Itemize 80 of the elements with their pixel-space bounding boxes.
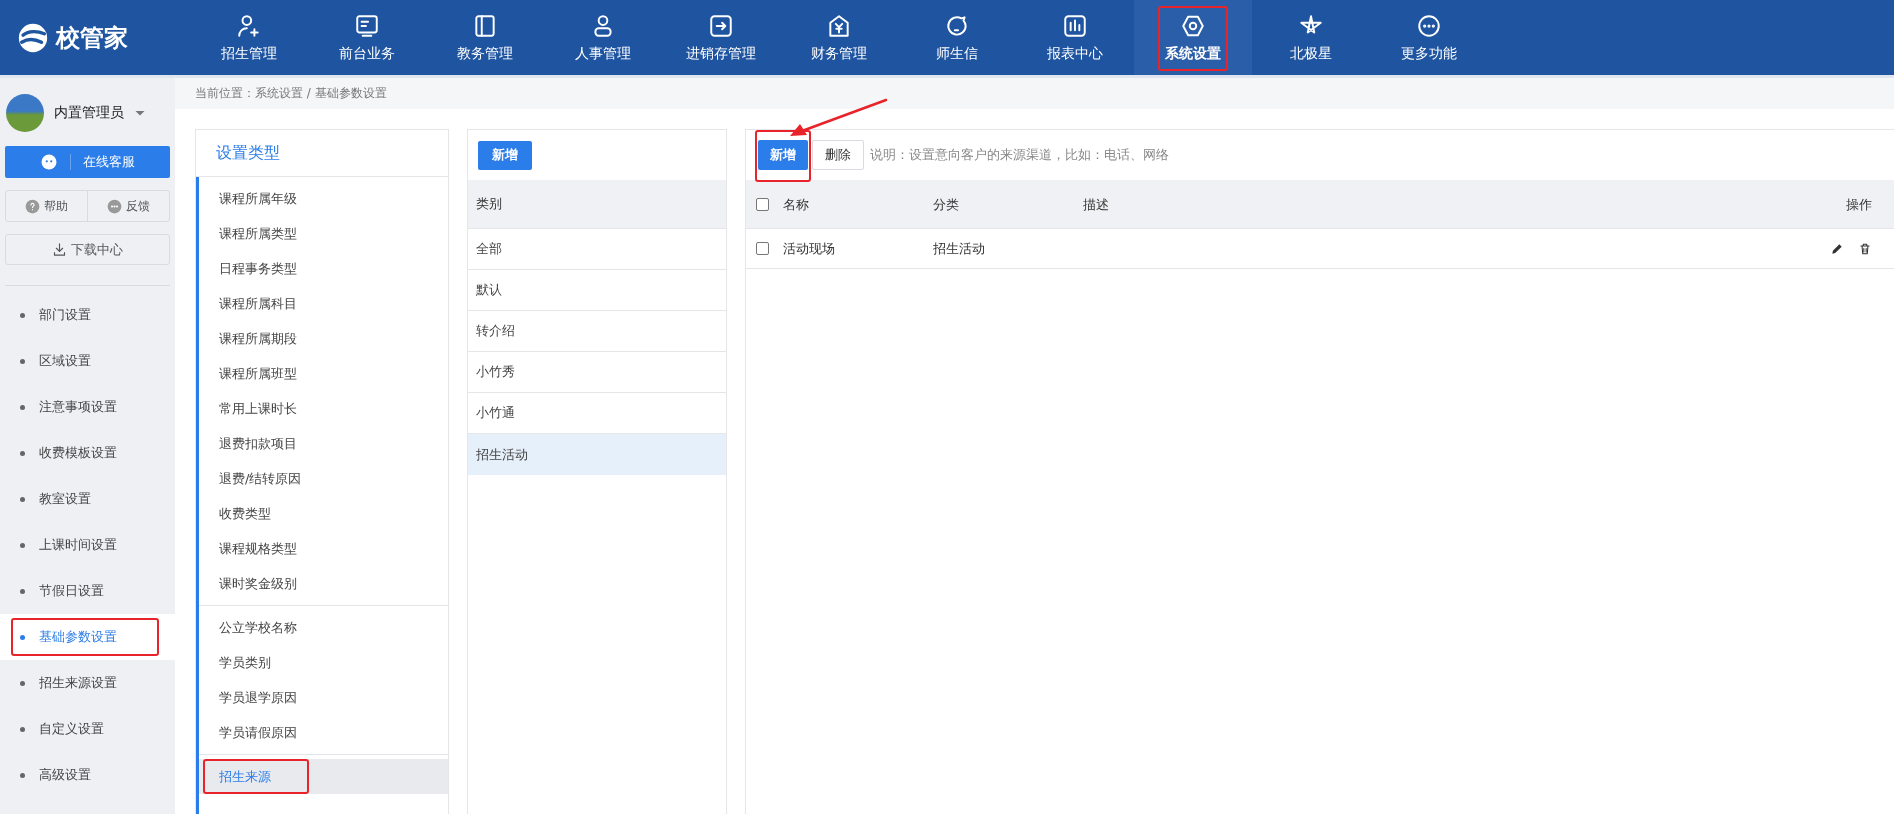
- pencil-icon[interactable]: [1830, 241, 1844, 256]
- type-list-item[interactable]: 日程事务类型: [199, 251, 448, 286]
- add-button[interactable]: 新增: [758, 140, 808, 170]
- monitor-icon: [354, 12, 380, 39]
- panel-title: 设置类型: [196, 130, 448, 177]
- add-button[interactable]: 新增: [478, 140, 532, 170]
- select-all-checkbox[interactable]: [756, 198, 769, 211]
- table-cell-text: 招生活动: [933, 239, 986, 258]
- nav-tab[interactable]: 师生信: [898, 0, 1016, 75]
- type-list-item[interactable]: 退费/结转原因: [199, 461, 448, 496]
- type-list-item[interactable]: 招生来源: [199, 759, 448, 794]
- side-menu-item[interactable]: 注意事项设置: [0, 384, 175, 430]
- yen-house-icon: [826, 12, 852, 39]
- nav-tab[interactable]: 进销存管理: [662, 0, 780, 75]
- type-list-item[interactable]: 公立学校名称: [199, 610, 448, 645]
- type-list-item[interactable]: 课程所属期段: [199, 321, 448, 356]
- type-list-item[interactable]: 课程所属年级: [199, 181, 448, 216]
- user-name: 内置管理员: [54, 104, 124, 122]
- more-icon: [1416, 12, 1442, 39]
- arrow-box-icon: [708, 12, 734, 39]
- download-center-button[interactable]: 下载中心: [5, 234, 170, 265]
- download-icon: [52, 242, 67, 257]
- column-header: 类别: [468, 180, 726, 229]
- avatar-photo: [6, 94, 44, 132]
- type-list-item[interactable]: 课程所属班型: [199, 356, 448, 391]
- column-header: 描述: [1083, 195, 1110, 214]
- nav-tab[interactable]: 报表中心: [1016, 0, 1134, 75]
- category-row[interactable]: 小竹秀: [468, 352, 726, 393]
- type-list-item[interactable]: 学员退学原因: [199, 680, 448, 715]
- column-header: 操作: [1845, 195, 1873, 214]
- category-row[interactable]: 全部: [468, 229, 726, 270]
- breadcrumb: 当前位置：系统设置 / 基础参数设置: [175, 78, 1894, 109]
- column-header: 分类: [933, 195, 960, 214]
- nav-tab[interactable]: 更多功能: [1370, 0, 1488, 75]
- side-menu-item[interactable]: 部门设置: [0, 292, 175, 338]
- table-cell-text: 活动现场: [783, 239, 836, 258]
- nav-tab[interactable]: 财务管理: [780, 0, 898, 75]
- trash-icon[interactable]: [1858, 241, 1872, 256]
- type-list-item[interactable]: 收费类型: [199, 496, 448, 531]
- type-list-item[interactable]: 常用上课时长: [199, 391, 448, 426]
- help-button[interactable]: 帮助: [6, 191, 87, 221]
- side-menu-item[interactable]: 基础参数设置: [0, 614, 175, 660]
- side-menu-item[interactable]: 区域设置: [0, 338, 175, 384]
- type-list-item[interactable]: 课时奖金级别: [199, 566, 448, 601]
- category-row[interactable]: 默认: [468, 270, 726, 311]
- chat-dots-icon: [107, 198, 122, 214]
- side-menu-item[interactable]: 上课时间设置: [0, 522, 175, 568]
- bar-chart-icon: [1062, 12, 1088, 39]
- nav-tab[interactable]: 前台业务: [308, 0, 426, 75]
- type-list-item[interactable]: 课程所属科目: [199, 286, 448, 321]
- side-menu-item[interactable]: 高级设置: [0, 752, 175, 798]
- side-menu-item[interactable]: 招生来源设置: [0, 660, 175, 706]
- question-icon: [25, 198, 40, 214]
- online-service-button[interactable]: 在线客服: [5, 146, 170, 178]
- nav-tab[interactable]: 系统设置: [1134, 0, 1252, 75]
- user-plus-icon: [236, 12, 262, 39]
- annotation-box: [1158, 6, 1228, 71]
- row-checkbox[interactable]: [756, 242, 769, 255]
- side-menu-item[interactable]: 节假日设置: [0, 568, 175, 614]
- nav-tab[interactable]: 招生管理: [190, 0, 308, 75]
- nav-tab[interactable]: 教务管理: [426, 0, 544, 75]
- book-icon: [472, 12, 498, 39]
- side-menu-item[interactable]: 自定义设置: [0, 706, 175, 752]
- category-row[interactable]: 招生活动: [468, 434, 726, 475]
- delete-button[interactable]: 删除: [812, 140, 864, 170]
- nav-tab[interactable]: 人事管理: [544, 0, 662, 75]
- side-menu-item[interactable]: 收费模板设置: [0, 430, 175, 476]
- type-list-item[interactable]: 学员请假原因: [199, 715, 448, 750]
- type-list-item[interactable]: 课程所属类型: [199, 216, 448, 251]
- logo-text: 校管家: [56, 22, 128, 54]
- chat-face-icon: [40, 153, 58, 171]
- type-list-item[interactable]: 学员类别: [199, 645, 448, 680]
- hint-text: 说明：设置意向客户的来源渠道，比如：电话、网络: [870, 146, 1169, 164]
- side-menu-item[interactable]: 教室设置: [0, 476, 175, 522]
- type-list-item[interactable]: 课程规格类型: [199, 531, 448, 566]
- category-row[interactable]: 转介绍: [468, 311, 726, 352]
- feedback-button[interactable]: 反馈: [87, 191, 169, 221]
- nav-tab[interactable]: 北极星: [1252, 0, 1370, 75]
- column-header: 名称: [783, 195, 810, 214]
- type-list-item[interactable]: 退费扣款项目: [199, 426, 448, 461]
